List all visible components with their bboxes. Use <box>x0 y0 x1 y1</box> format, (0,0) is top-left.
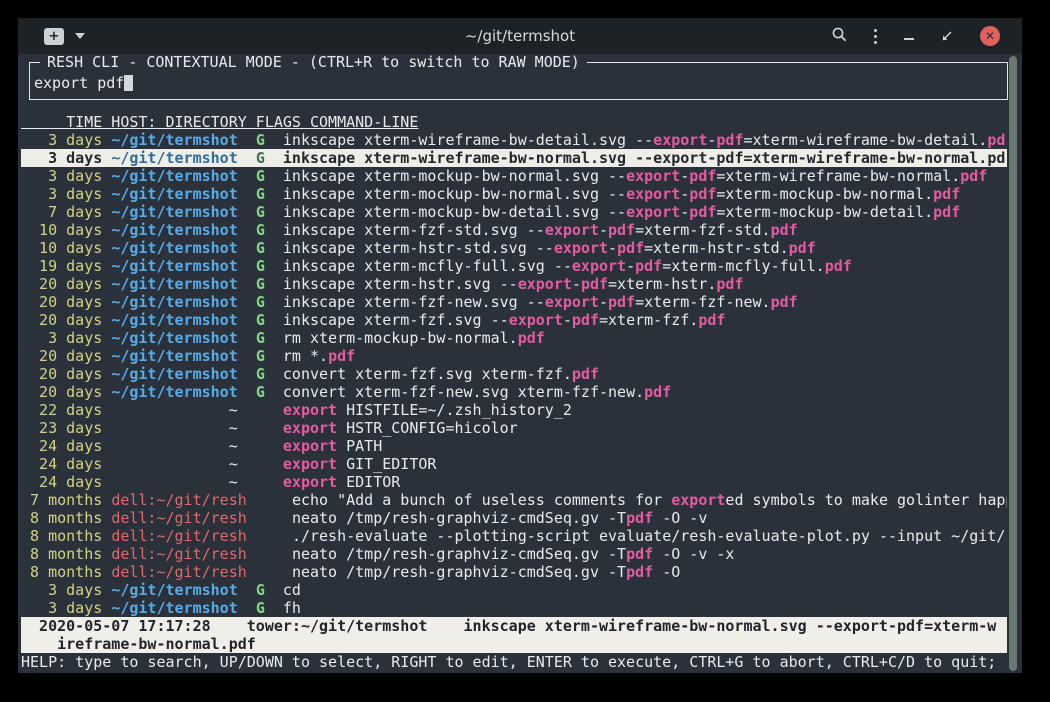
search-query-text: export pdf <box>34 74 124 92</box>
history-row[interactable]: 8 months dell:~/git/resh neato /tmp/resh… <box>21 545 1007 563</box>
menu-kebab-icon[interactable] <box>874 29 877 44</box>
history-row[interactable]: 20 days ~/git/termshot G inkscape xterm-… <box>21 311 1007 329</box>
history-row[interactable]: 3 days ~/git/termshot G inkscape xterm-w… <box>21 131 1007 149</box>
history-row[interactable]: 10 days ~/git/termshot G inkscape xterm-… <box>21 221 1007 239</box>
history-row[interactable]: 8 months dell:~/git/resh neato /tmp/resh… <box>21 509 1007 527</box>
history-row[interactable]: 8 months dell:~/git/resh neato /tmp/resh… <box>21 563 1007 581</box>
history-table-header: TIME HOST: DIRECTORY FLAGS COMMAND-LINE <box>21 113 1022 131</box>
history-row[interactable]: 3 days ~/git/termshot G cd <box>21 581 1007 599</box>
history-row[interactable]: 3 days ~/git/termshot G inkscape xterm-w… <box>21 149 1007 167</box>
scrollbar[interactable] <box>1009 56 1017 671</box>
history-row[interactable]: 3 days ~/git/termshot G inkscape xterm-m… <box>21 185 1007 203</box>
search-icon[interactable] <box>831 26 847 46</box>
terminal-window: + ~/git/termshot ✕ RESH <box>18 18 1022 673</box>
history-row[interactable]: 23 days ~ export HSTR_CONFIG=hicolor <box>21 419 1007 437</box>
help-line: HELP: type to search, UP/DOWN to select,… <box>21 653 1022 671</box>
titlebar: + ~/git/termshot ✕ <box>18 18 1022 54</box>
history-row[interactable]: 3 days ~/git/termshot G rm xterm-mockup-… <box>21 329 1007 347</box>
history-row[interactable]: 19 days ~/git/termshot G inkscape xterm-… <box>21 257 1007 275</box>
status-line-2: ireframe-bw-normal.pdf <box>21 635 1007 653</box>
terminal-content: RESH CLI - CONTEXTUAL MODE - (CTRL+R to … <box>18 54 1022 673</box>
history-row[interactable]: 22 days ~ export HISTFILE=~/.zsh_history… <box>21 401 1007 419</box>
history-rows: 3 days ~/git/termshot G inkscape xterm-w… <box>21 131 1007 617</box>
minimize-icon[interactable] <box>904 38 914 40</box>
history-row[interactable]: 24 days ~ export GIT_EDITOR <box>21 455 1007 473</box>
history-row[interactable]: 20 days ~/git/termshot G convert xterm-f… <box>21 365 1007 383</box>
history-row[interactable]: 7 months dell:~/git/resh echo "Add a bun… <box>21 491 1007 509</box>
resh-mode-title: RESH CLI - CONTEXTUAL MODE - (CTRL+R to … <box>40 54 587 71</box>
history-row[interactable]: 24 days ~ export EDITOR <box>21 473 1007 491</box>
history-row[interactable]: 3 days ~/git/termshot G fh <box>21 599 1007 617</box>
history-row[interactable]: 20 days ~/git/termshot G inkscape xterm-… <box>21 293 1007 311</box>
history-row[interactable]: 3 days ~/git/termshot G inkscape xterm-m… <box>21 167 1007 185</box>
history-row[interactable]: 8 months dell:~/git/resh ./resh-evaluate… <box>21 527 1007 545</box>
restore-icon[interactable] <box>941 27 953 46</box>
history-row[interactable]: 20 days ~/git/termshot G inkscape xterm-… <box>21 275 1007 293</box>
history-row[interactable]: 20 days ~/git/termshot G rm *.pdf <box>21 347 1007 365</box>
status-line-1: 2020-05-07 17:17:28 tower:~/git/termshot… <box>21 617 1007 635</box>
history-row[interactable]: 7 days ~/git/termshot G inkscape xterm-m… <box>21 203 1007 221</box>
search-input[interactable]: export pdf <box>34 74 1007 92</box>
history-row[interactable]: 20 days ~/git/termshot G convert xterm-f… <box>21 383 1007 401</box>
status-bar: 2020-05-07 17:17:28 tower:~/git/termshot… <box>21 617 1007 653</box>
close-icon[interactable]: ✕ <box>980 26 1000 46</box>
resh-search-box: RESH CLI - CONTEXTUAL MODE - (CTRL+R to … <box>29 62 1008 100</box>
history-row[interactable]: 24 days ~ export PATH <box>21 437 1007 455</box>
text-cursor <box>124 75 133 91</box>
history-row[interactable]: 10 days ~/git/termshot G inkscape xterm-… <box>21 239 1007 257</box>
